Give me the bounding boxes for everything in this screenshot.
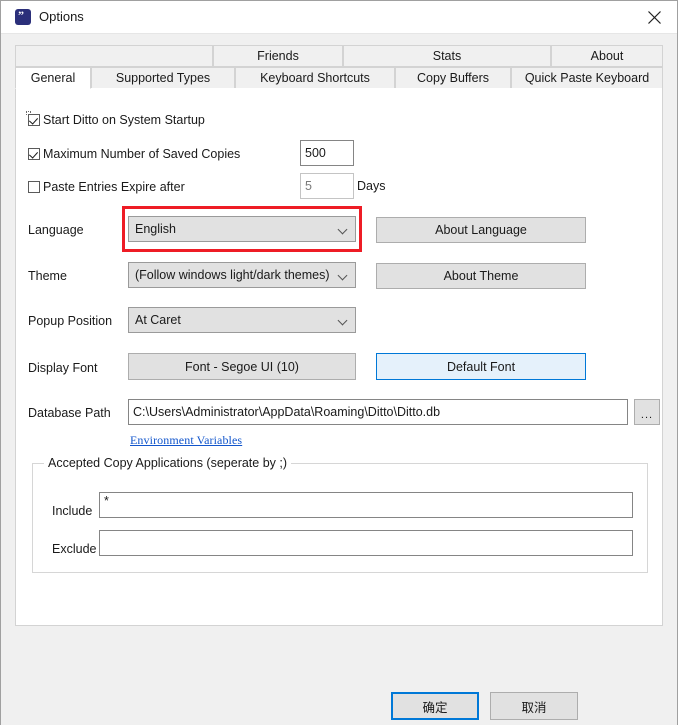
tab-about[interactable]: About: [551, 45, 663, 67]
tab-general[interactable]: General: [15, 67, 91, 89]
environment-variables-link[interactable]: Environment Variables: [130, 433, 242, 448]
options-dialog-window: ” Options Friends Stats About General Su…: [0, 0, 678, 725]
tab-copy-buffers[interactable]: Copy Buffers: [395, 67, 511, 89]
exclude-input[interactable]: [99, 530, 633, 556]
expire-days-input[interactable]: 5: [300, 173, 354, 199]
ok-button[interactable]: 确定: [391, 692, 479, 720]
about-language-button[interactable]: About Language: [376, 217, 586, 243]
database-path-browse-button[interactable]: ...: [634, 399, 660, 425]
tab-quick-paste-keyboard[interactable]: Quick Paste Keyboard: [511, 67, 663, 89]
accepted-apps-group-title: Accepted Copy Applications (seperate by …: [44, 457, 291, 469]
chevron-down-icon: [339, 317, 348, 323]
cancel-button[interactable]: 取消: [490, 692, 578, 720]
database-path-label: Database Path: [28, 405, 111, 421]
max-copies-label: Maximum Number of Saved Copies: [43, 147, 240, 162]
tab-friends[interactable]: Friends: [213, 45, 343, 67]
tab-row-upper: Friends Stats About: [15, 45, 663, 67]
general-tab-panel: Start Ditto on System Startup Maximum Nu…: [15, 88, 663, 626]
popup-position-select[interactable]: At Caret: [128, 307, 356, 333]
tab-strip: Friends Stats About General Supported Ty…: [15, 45, 663, 89]
expire-days-unit: Days: [357, 178, 385, 194]
tab-keyboard-shortcuts[interactable]: Keyboard Shortcuts: [235, 67, 395, 89]
expire-checkbox[interactable]: [28, 181, 40, 193]
exclude-label: Exclude: [52, 541, 96, 557]
tab-supported-types[interactable]: Supported Types: [91, 67, 235, 89]
language-value: English: [135, 222, 176, 236]
ditto-app-icon: ”: [15, 9, 31, 25]
chevron-down-icon: [339, 226, 348, 232]
language-select[interactable]: English: [128, 216, 356, 242]
theme-value: (Follow windows light/dark themes): [135, 268, 330, 282]
tab-stats[interactable]: Stats: [343, 45, 551, 67]
chevron-down-icon: [339, 272, 348, 278]
close-icon[interactable]: [632, 1, 677, 32]
include-label: Include: [52, 503, 92, 519]
expire-label: Paste Entries Expire after: [43, 180, 185, 195]
tab-row-lower: General Supported Types Keyboard Shortcu…: [15, 67, 663, 89]
language-label: Language: [28, 222, 84, 238]
dialog-footer: 确定 取消: [1, 626, 677, 725]
close-glyph: [648, 11, 661, 24]
startup-label: Start Ditto on System Startup: [43, 113, 205, 128]
tab-blank: [15, 45, 213, 67]
database-path-input[interactable]: C:\Users\Administrator\AppData\Roaming\D…: [128, 399, 628, 425]
display-font-button[interactable]: Font - Segoe UI (10): [128, 353, 356, 380]
startup-checkbox[interactable]: [28, 114, 40, 126]
theme-select[interactable]: (Follow windows light/dark themes): [128, 262, 356, 288]
window-title: Options: [39, 9, 84, 25]
popup-position-label: Popup Position: [28, 313, 112, 329]
about-theme-button[interactable]: About Theme: [376, 263, 586, 289]
max-copies-checkbox[interactable]: [28, 148, 40, 160]
accepted-apps-groupbox: [32, 463, 648, 573]
title-bar: ” Options: [1, 1, 677, 34]
display-font-label: Display Font: [28, 360, 97, 376]
max-copies-input[interactable]: 500: [300, 140, 354, 166]
quote-glyph: ”: [18, 12, 28, 18]
theme-label: Theme: [28, 268, 67, 284]
popup-position-value: At Caret: [135, 313, 181, 327]
default-font-button[interactable]: Default Font: [376, 353, 586, 380]
include-input[interactable]: *: [99, 492, 633, 518]
